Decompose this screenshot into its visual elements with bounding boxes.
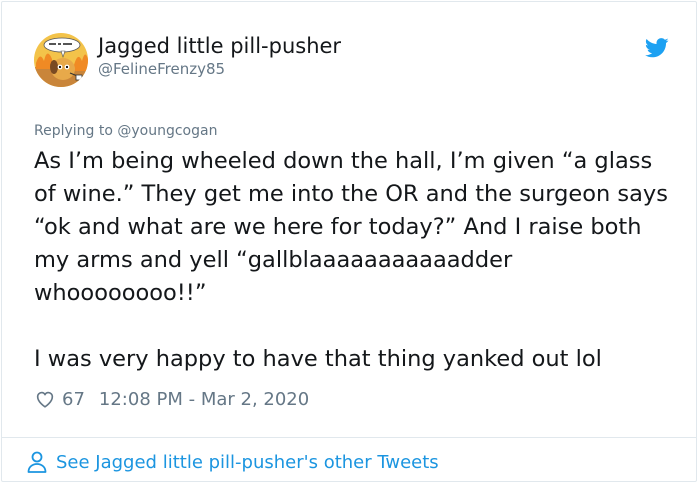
this-is-fine-dog-avatar (34, 33, 88, 87)
like-count[interactable]: 67 (62, 389, 85, 410)
see-other-tweets-link[interactable]: See Jagged little pill-pusher's other Tw… (26, 448, 439, 476)
heart-icon[interactable] (34, 388, 56, 410)
tweet-meta: 67 12:08 PM - Mar 2, 2020 (34, 387, 309, 411)
tweet-card: Jagged little pill-pusher @FelineFrenzy8… (1, 1, 697, 482)
tweet-text: As I’m being wheeled down the hall, I’m … (34, 145, 674, 376)
see-other-tweets-label[interactable]: See Jagged little pill-pusher's other Tw… (56, 452, 439, 473)
author-display-name[interactable]: Jagged little pill-pusher (98, 34, 341, 58)
twitter-bird-icon[interactable] (645, 38, 669, 58)
tweet-paragraph: I was very happy to have that thing yank… (34, 346, 602, 372)
divider (2, 437, 696, 438)
tweet-timestamp[interactable]: 12:08 PM - Mar 2, 2020 (99, 389, 309, 410)
person-icon (27, 451, 47, 473)
tweet-paragraph: As I’m being wheeled down the hall, I’m … (34, 148, 668, 306)
reply-context[interactable]: Replying to @youngcogan (34, 123, 217, 139)
author-avatar[interactable] (34, 33, 88, 87)
author-handle[interactable]: @FelineFrenzy85 (98, 60, 225, 78)
